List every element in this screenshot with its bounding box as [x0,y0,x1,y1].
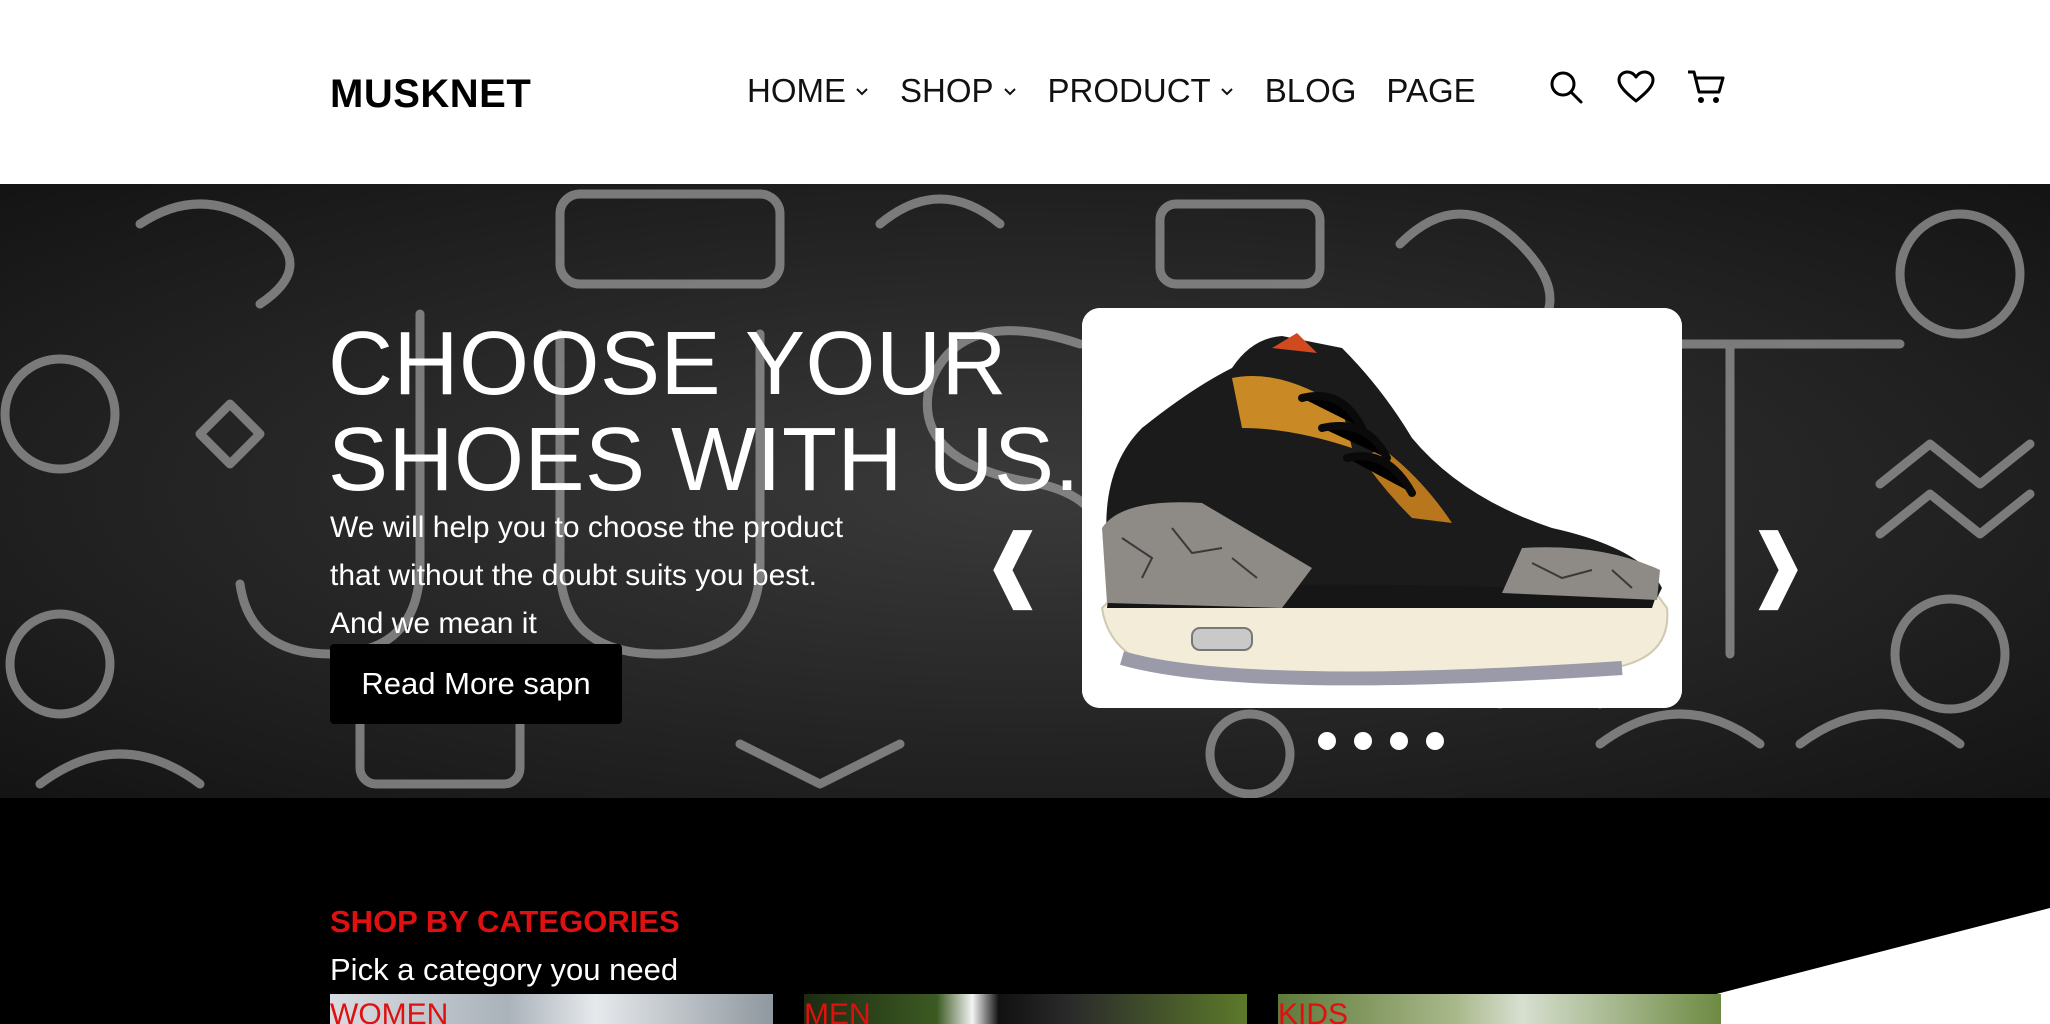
category-card-men[interactable]: MEN [804,994,1247,1024]
carousel-dot[interactable] [1354,732,1372,750]
sneaker-image [1082,308,1682,708]
carousel-slide[interactable] [1082,308,1682,708]
nav-item-shop[interactable]: SHOP [900,72,1018,110]
hero-banner: CHOOSE YOUR SHOES WITH US. We will help … [0,184,2050,798]
hero-title: CHOOSE YOUR SHOES WITH US. [328,316,1080,508]
nav-item-label: PAGE [1386,72,1476,109]
search-icon[interactable] [1545,66,1587,108]
category-label: WOMEN [330,998,449,1024]
nav-item-label: PRODUCT [1047,72,1211,109]
hero-title-line: SHOES WITH US. [328,410,1081,510]
hero-subtitle-line: We will help you to choose the product [330,511,844,544]
category-label: KIDS [1278,998,1349,1024]
read-more-button[interactable]: Read More sapn [330,644,622,724]
main-nav: HOME SHOP PRODUCT BLOG PAGE [747,72,1506,110]
nav-item-product[interactable]: PRODUCT [1048,72,1235,110]
nav-item-page[interactable]: PAGE [1386,72,1475,110]
cart-icon[interactable] [1685,66,1727,108]
category-card-kids[interactable]: KIDS [1278,994,1721,1024]
categories-title: SHOP BY CATEGORIES [330,904,680,939]
shop-by-categories-section: SHOP BY CATEGORIES Pick a category you n… [0,798,2050,1024]
category-card-women[interactable]: WOMEN [330,994,773,1024]
hero-subtitle-line: And we mean it [330,607,537,640]
hero-title-line: CHOOSE YOUR [328,314,1007,414]
carousel-dot[interactable] [1390,732,1408,750]
category-label: MEN [804,998,871,1024]
nav-item-blog[interactable]: BLOG [1265,72,1357,110]
categories-subtitle: Pick a category you need [330,952,679,987]
carousel-dot[interactable] [1426,732,1444,750]
carousel-next-arrow[interactable]: ❱ [1744,524,1811,604]
hero-subtitle-line: that without the doubt suits you best. [330,559,817,592]
carousel-dot[interactable] [1318,732,1336,750]
heart-icon[interactable] [1615,66,1657,108]
header-icons [1545,66,1755,108]
nav-item-label: SHOP [900,72,994,109]
site-logo[interactable]: MUSKNET [330,72,531,117]
decorative-wedge [1600,908,2050,1024]
chevron-down-icon [1220,88,1233,96]
chevron-down-icon [1003,88,1016,96]
nav-item-home[interactable]: HOME [747,72,870,110]
carousel-prev-arrow[interactable]: ❰ [980,524,1047,604]
nav-item-label: BLOG [1264,72,1357,109]
site-header: MUSKNET HOME SHOP PRODUCT BLOG PAGE [0,0,2050,184]
hero-subtitle: We will help you to choose the product t… [330,504,930,648]
nav-item-label: HOME [747,72,846,109]
carousel-dots [1318,732,1462,750]
chevron-down-icon [856,88,868,96]
